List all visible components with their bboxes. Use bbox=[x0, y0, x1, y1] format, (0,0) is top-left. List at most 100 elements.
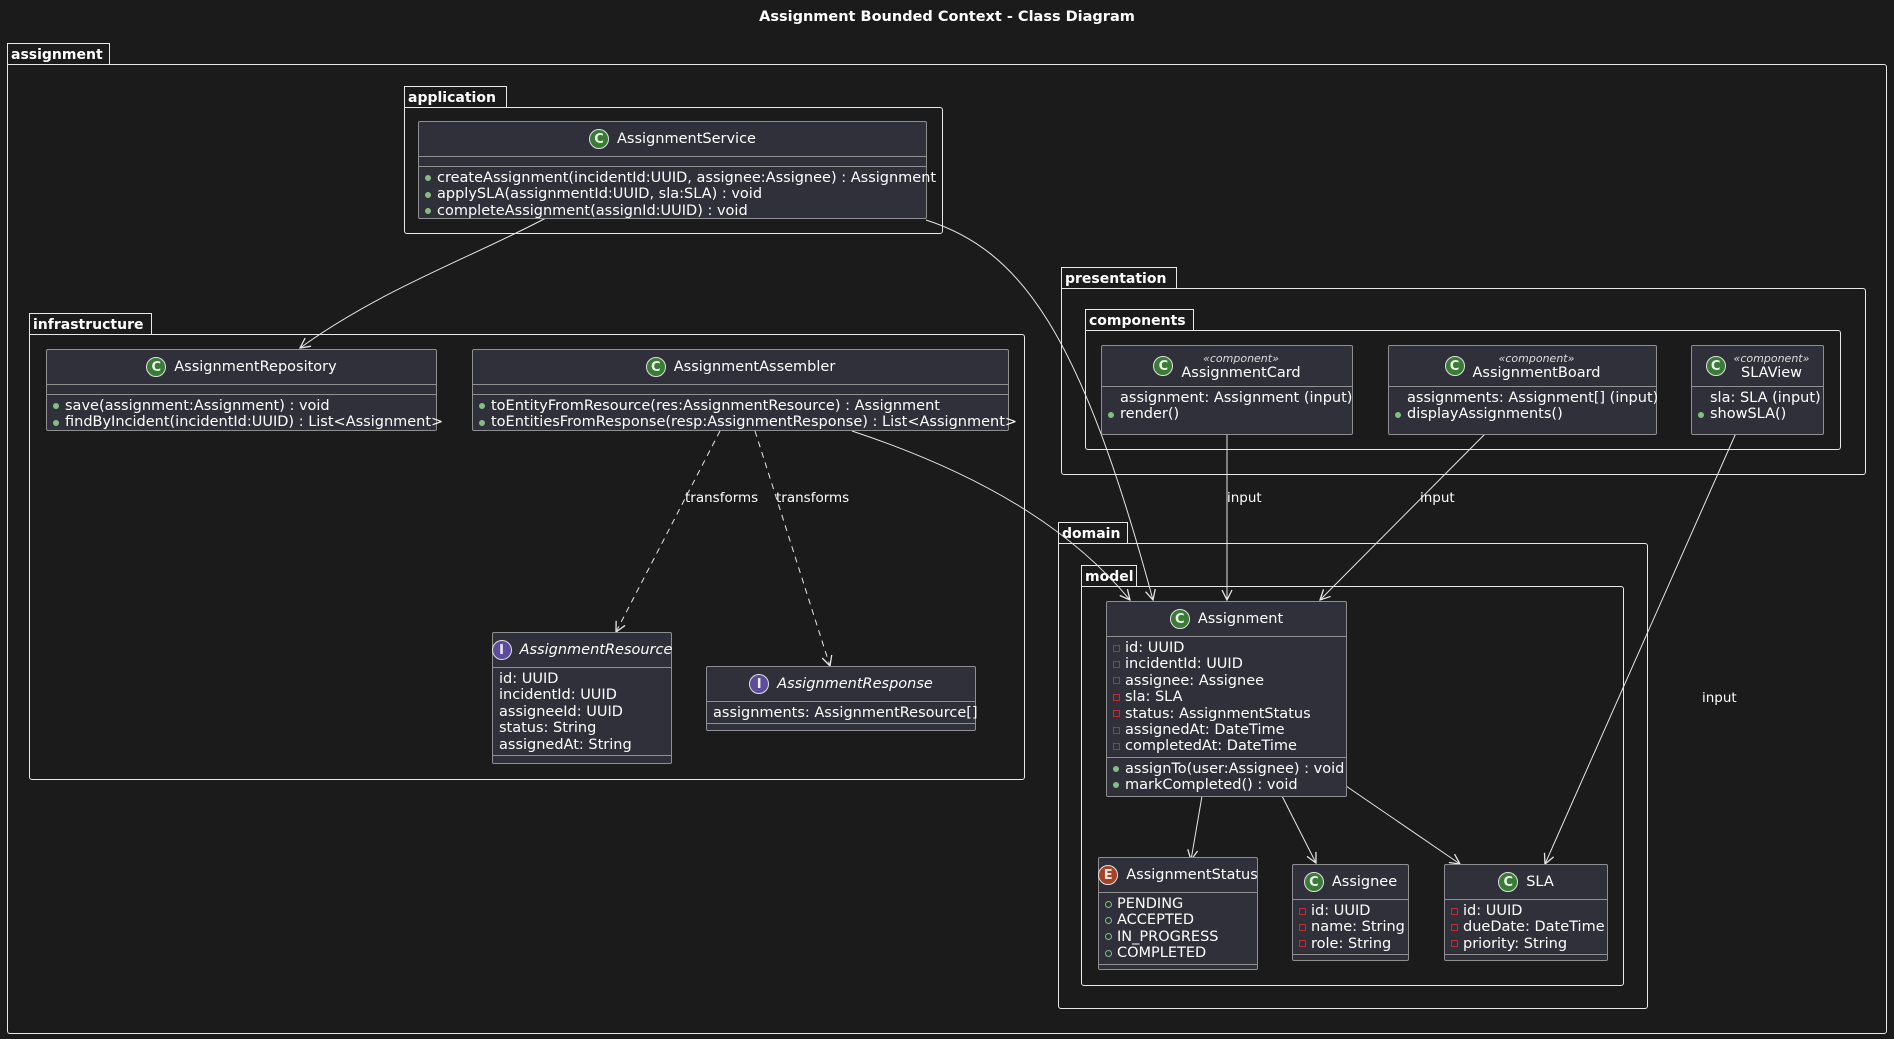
public-method-icon bbox=[1108, 411, 1114, 418]
component-assignment-card[interactable]: C «component» AssignmentCard assignment: A… bbox=[1101, 345, 1353, 435]
edge-label-board-input: input bbox=[1420, 490, 1455, 506]
method: toEntitiesFromResponse(resp:AssignmentRe… bbox=[491, 414, 1018, 431]
field: assignee: Assignee bbox=[1125, 672, 1265, 689]
enum-assignment-status[interactable]: E AssignmentStatus PENDING ACCEPTED IN_PR… bbox=[1098, 857, 1258, 970]
method: assignTo(user:Assignee) : void bbox=[1125, 760, 1345, 777]
stereotype: «component» bbox=[1498, 352, 1575, 365]
edge-assignment-to-status bbox=[1191, 795, 1203, 860]
method: displayAssignments() bbox=[1407, 406, 1563, 423]
interface-icon: I bbox=[491, 640, 512, 660]
enum-value: ACCEPTED bbox=[1117, 912, 1195, 929]
edge-assignment-to-assignee bbox=[1281, 795, 1316, 863]
edge-service-to-repository bbox=[300, 217, 547, 348]
field: id: UUID bbox=[1125, 640, 1185, 656]
enum-value-icon bbox=[1105, 933, 1112, 941]
field: name: String bbox=[1311, 919, 1405, 936]
private-field-icon bbox=[1113, 743, 1120, 751]
field: id: UUID bbox=[1463, 903, 1523, 919]
class-icon: C bbox=[1303, 872, 1324, 892]
private-field-icon bbox=[1113, 661, 1120, 669]
class-name: AssignmentAssembler bbox=[673, 359, 836, 375]
class-icon: C bbox=[146, 357, 167, 377]
private-field-icon bbox=[1113, 644, 1120, 652]
method: createAssignment(incidentId:UUID, assign… bbox=[437, 170, 937, 186]
relationship-edges bbox=[0, 217, 1737, 1039]
private-field-icon bbox=[1451, 940, 1458, 948]
enum-value-icon bbox=[1105, 917, 1112, 925]
field: role: String bbox=[1311, 935, 1392, 952]
class-icon: C bbox=[1444, 356, 1465, 376]
field: incidentId: UUID bbox=[499, 687, 617, 704]
private-field-icon bbox=[1113, 693, 1120, 701]
interface-assignment-resource[interactable]: I AssignmentResource id: UUID incidentId:… bbox=[491, 632, 673, 764]
class-assignee[interactable]: C Assignee id: UUID name: String role: St… bbox=[1292, 864, 1409, 961]
class-assignment[interactable]: C Assignment id: UUID incidentId: UUID as… bbox=[1106, 601, 1347, 797]
method: markCompleted() : void bbox=[1125, 777, 1298, 794]
interface-name: AssignmentResponse bbox=[777, 676, 933, 692]
edge-label-transforms-resource: transforms bbox=[685, 490, 759, 506]
method: render() bbox=[1120, 406, 1180, 423]
field: id: UUID bbox=[1311, 903, 1371, 919]
private-field-icon bbox=[1113, 726, 1120, 734]
class-diagram: Assignment Bounded Context - Class Diagr… bbox=[0, 0, 1894, 1039]
class-assignment-repository[interactable]: C AssignmentRepository save(assignment:As… bbox=[46, 349, 443, 431]
private-field-icon bbox=[1451, 924, 1458, 932]
field: dueDate: DateTime bbox=[1463, 919, 1605, 936]
public-method-icon bbox=[53, 403, 59, 410]
private-field-icon bbox=[1113, 677, 1120, 685]
enum-value-icon bbox=[1105, 949, 1112, 957]
field: assignedAt: DateTime bbox=[1125, 721, 1285, 738]
class-icon: C bbox=[589, 129, 610, 149]
class-name: Assignment bbox=[1197, 611, 1284, 627]
class-icon: C bbox=[1169, 609, 1190, 629]
field: assignment: Assignment (input) bbox=[1120, 390, 1353, 406]
edge-label-card-input: input bbox=[1227, 490, 1262, 506]
method: showSLA() bbox=[1710, 406, 1787, 423]
interface-assignment-response[interactable]: I AssignmentResponse assignments: Assignm… bbox=[706, 666, 978, 731]
public-method-icon bbox=[425, 175, 431, 182]
interface-icon: I bbox=[749, 674, 770, 694]
class-name: AssignmentCard bbox=[1181, 365, 1301, 381]
enum-value: IN_PROGRESS bbox=[1117, 928, 1219, 945]
edge-board-to-assignment bbox=[1320, 432, 1487, 600]
edge-assembler-to-response bbox=[754, 430, 830, 666]
public-method-icon bbox=[425, 191, 431, 198]
class-icon: C bbox=[1498, 872, 1519, 892]
interface-name: AssignmentResource bbox=[519, 642, 673, 658]
class-name: AssignmentBoard bbox=[1472, 365, 1601, 381]
private-field-icon bbox=[1113, 710, 1120, 718]
enum-value-icon bbox=[1105, 900, 1112, 908]
stereotype: «component» bbox=[1203, 352, 1279, 365]
field: incidentId: UUID bbox=[1125, 656, 1243, 673]
class-name: SLA bbox=[1526, 874, 1554, 890]
class-name: AssignmentService bbox=[617, 131, 756, 147]
field: assignments: AssignmentResource[] bbox=[713, 705, 978, 721]
field: assignments: Assignment[] (input) bbox=[1407, 390, 1659, 406]
class-name: SLAView bbox=[1740, 365, 1803, 381]
edge-assembler-to-resource bbox=[616, 430, 721, 632]
public-method-icon bbox=[53, 419, 59, 426]
class-icon: C bbox=[1153, 356, 1174, 376]
private-field-icon bbox=[1299, 924, 1306, 932]
class-name: AssignmentRepository bbox=[174, 359, 337, 375]
component-sla-view[interactable]: C «component» SLAView sla: SLA (input) sho… bbox=[1691, 345, 1824, 435]
class-assignment-service[interactable]: C AssignmentService createAssignment(inci… bbox=[418, 121, 936, 219]
enum-value: COMPLETED bbox=[1117, 945, 1207, 962]
class-sla[interactable]: C SLA id: UUID dueDate: DateTime priority… bbox=[1444, 864, 1608, 961]
edge-label-slaview-input: input bbox=[1702, 690, 1737, 706]
stereotype: «component» bbox=[1733, 352, 1810, 365]
enum-icon: E bbox=[1098, 865, 1119, 885]
private-field-icon bbox=[1299, 907, 1306, 915]
method: save(assignment:Assignment) : void bbox=[65, 398, 330, 414]
method: toEntityFromResource(res:AssignmentResou… bbox=[491, 398, 940, 414]
method: findByIncident(incidentId:UUID) : List<A… bbox=[65, 414, 444, 431]
method: applySLA(assignmentId:UUID, sla:SLA) : v… bbox=[437, 186, 763, 203]
component-assignment-board[interactable]: C «component» AssignmentBoard assignments:… bbox=[1388, 345, 1659, 435]
field: priority: String bbox=[1463, 935, 1568, 952]
class-assignment-assembler[interactable]: C AssignmentAssembler toEntityFromResourc… bbox=[472, 349, 1017, 431]
enum-value: PENDING bbox=[1117, 896, 1184, 912]
field: status: AssignmentStatus bbox=[1125, 705, 1311, 722]
public-method-icon bbox=[479, 403, 485, 410]
field: assignedAt: String bbox=[499, 736, 632, 753]
field: sla: SLA bbox=[1125, 689, 1183, 706]
